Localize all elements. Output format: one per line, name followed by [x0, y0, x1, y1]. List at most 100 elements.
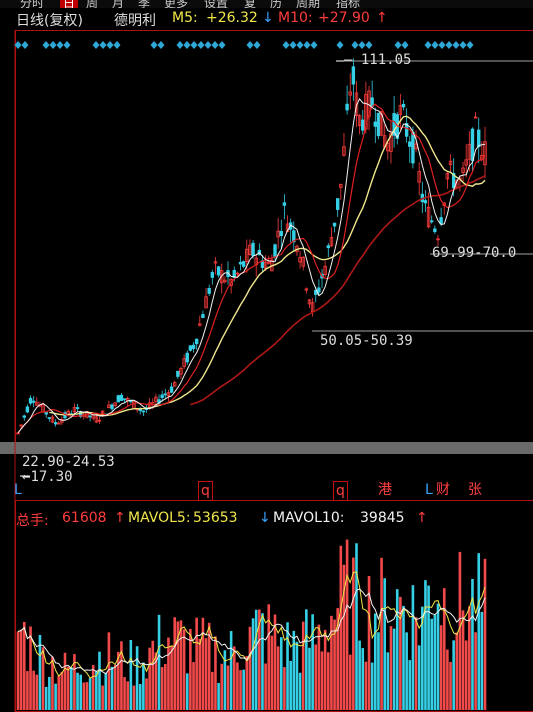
candle[interactable]	[401, 103, 406, 108]
candle[interactable]	[351, 66, 356, 85]
candle[interactable]	[53, 422, 58, 425]
candle[interactable]	[430, 220, 434, 223]
candle[interactable]	[25, 406, 30, 413]
candle[interactable]	[31, 400, 36, 403]
event-diamond-icon[interactable]	[351, 41, 359, 49]
event-diamond-icon[interactable]	[459, 41, 467, 49]
candle[interactable]	[141, 410, 146, 413]
candle[interactable]	[373, 121, 378, 127]
event-diamond-icon[interactable]	[113, 41, 121, 49]
candle[interactable]	[273, 244, 277, 258]
candle[interactable]	[185, 352, 189, 363]
candle[interactable]	[207, 288, 211, 294]
event-diamond-icon[interactable]	[401, 41, 409, 49]
candle[interactable]	[163, 393, 168, 396]
event-diamond-icon[interactable]	[310, 41, 318, 49]
candle[interactable]	[241, 261, 246, 267]
candle[interactable]	[282, 202, 287, 206]
event-diamond-strip[interactable]	[14, 41, 474, 49]
candle[interactable]	[75, 407, 80, 409]
candle[interactable]	[361, 119, 365, 131]
candle[interactable]	[116, 395, 120, 403]
marker-q-2[interactable]: q	[333, 481, 348, 501]
event-diamond-icon[interactable]	[218, 41, 226, 49]
event-diamond-icon[interactable]	[99, 41, 107, 49]
candle[interactable]	[194, 338, 199, 345]
marker-zhang[interactable]: 张	[468, 481, 482, 499]
event-diamond-icon[interactable]	[197, 41, 205, 49]
event-diamond-icon[interactable]	[452, 41, 460, 49]
event-diamond-icon[interactable]	[42, 41, 50, 49]
candle[interactable]	[216, 266, 221, 276]
event-diamond-icon[interactable]	[92, 41, 100, 49]
event-diamond-icon[interactable]	[466, 41, 474, 49]
candle[interactable]	[210, 272, 215, 278]
candle[interactable]	[408, 141, 412, 147]
candle[interactable]	[28, 397, 33, 404]
event-diamond-icon[interactable]	[21, 41, 29, 49]
candle[interactable]	[317, 287, 321, 293]
event-diamond-icon[interactable]	[394, 41, 402, 49]
event-diamond-icon[interactable]	[246, 41, 254, 49]
candle[interactable]	[191, 344, 196, 349]
candle[interactable]	[22, 415, 26, 418]
event-diamond-icon[interactable]	[150, 41, 158, 49]
candle[interactable]	[44, 411, 48, 415]
candle[interactable]	[332, 222, 337, 227]
volume-bar	[330, 615, 333, 710]
event-diamond-icon[interactable]	[365, 41, 373, 49]
candle[interactable]	[169, 386, 174, 393]
candle[interactable]	[160, 394, 164, 398]
event-diamond-icon[interactable]	[183, 41, 191, 49]
event-diamond-icon[interactable]	[56, 41, 64, 49]
candle[interactable]	[88, 415, 92, 418]
event-diamond-icon[interactable]	[176, 41, 184, 49]
candle[interactable]	[110, 404, 114, 410]
event-diamond-icon[interactable]	[358, 41, 366, 49]
candle[interactable]	[335, 198, 340, 210]
candle[interactable]	[119, 394, 124, 401]
marker-gang[interactable]: 港	[378, 481, 392, 499]
event-diamond-icon[interactable]	[190, 41, 198, 49]
event-diamond-icon[interactable]	[253, 41, 261, 49]
event-diamond-icon[interactable]	[438, 41, 446, 49]
candle[interactable]	[470, 128, 475, 162]
event-diamond-icon[interactable]	[431, 41, 439, 49]
event-diamond-icon[interactable]	[157, 41, 165, 49]
event-diamond-icon[interactable]	[296, 41, 304, 49]
stock-chart[interactable]	[0, 0, 533, 712]
event-diamond-icon[interactable]	[211, 41, 219, 49]
candle[interactable]	[477, 129, 481, 148]
event-diamond-icon[interactable]	[303, 41, 311, 49]
candle[interactable]	[176, 370, 180, 377]
candle[interactable]	[138, 409, 142, 412]
candle[interactable]	[326, 245, 330, 249]
marker-cai[interactable]: 财	[436, 481, 450, 499]
candle[interactable]	[122, 398, 127, 401]
candle[interactable]	[376, 112, 381, 137]
candle[interactable]	[345, 103, 349, 111]
time-scrollbar[interactable]	[0, 442, 533, 454]
event-diamond-icon[interactable]	[336, 41, 344, 49]
candle[interactable]	[411, 131, 415, 164]
event-diamond-icon[interactable]	[106, 41, 114, 49]
candle[interactable]	[238, 261, 243, 265]
candle[interactable]	[433, 228, 437, 233]
candle[interactable]	[251, 242, 255, 257]
event-diamond-icon[interactable]	[204, 41, 212, 49]
event-diamond-icon[interactable]	[289, 41, 297, 49]
event-diamond-icon[interactable]	[49, 41, 57, 49]
marker-l-2[interactable]: L	[425, 481, 433, 499]
candle[interactable]	[201, 314, 205, 319]
candle[interactable]	[423, 200, 428, 204]
marker-l[interactable]: L	[14, 481, 22, 499]
candle[interactable]	[47, 417, 52, 419]
event-diamond-icon[interactable]	[63, 41, 71, 49]
event-diamond-icon[interactable]	[424, 41, 432, 49]
candle[interactable]	[279, 231, 283, 236]
marker-q[interactable]: q	[198, 481, 213, 501]
volume-bar	[374, 613, 377, 710]
event-diamond-icon[interactable]	[282, 41, 290, 49]
event-diamond-icon[interactable]	[445, 41, 453, 49]
candle[interactable]	[188, 345, 193, 351]
